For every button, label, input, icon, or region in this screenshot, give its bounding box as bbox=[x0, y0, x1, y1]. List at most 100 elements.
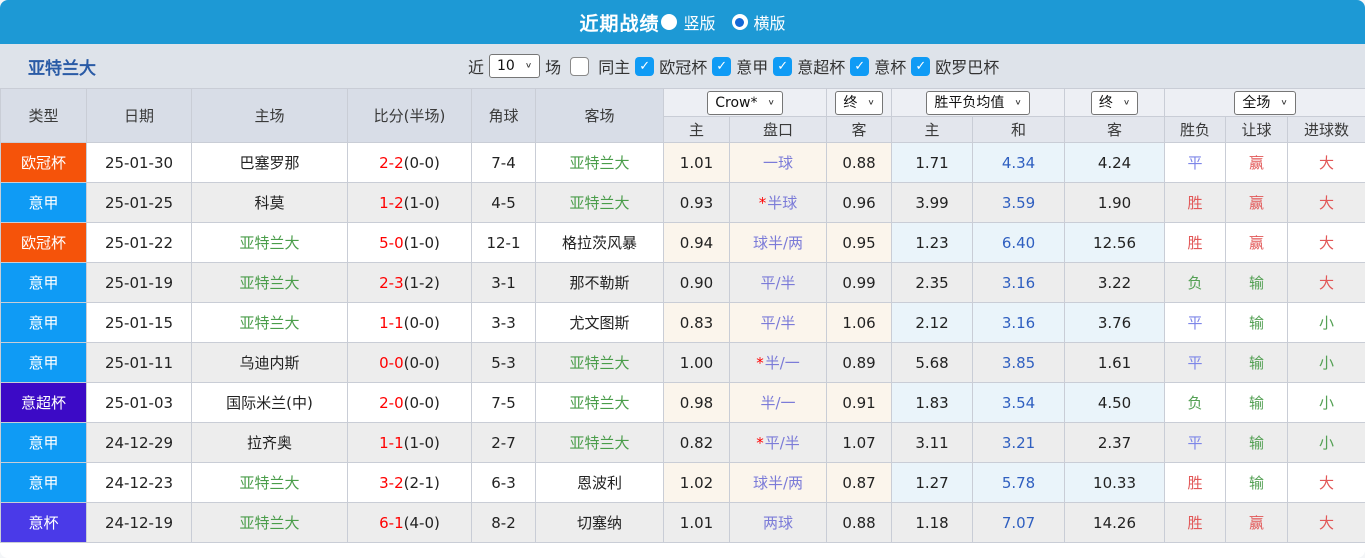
filterbar: 亚特兰大 近 10 ∨ 场 同主 ✓ 欧冠杯 ✓ 意甲 ✓ 意超杯 ✓ 意杯 ✓… bbox=[0, 44, 1365, 88]
competition-checkbox-seriea[interactable]: ✓ bbox=[712, 57, 731, 76]
layout-radio-horizontal[interactable] bbox=[732, 14, 748, 30]
result-wdl: 胜 bbox=[1165, 463, 1226, 503]
corners: 7-4 bbox=[472, 143, 536, 183]
competition-label-coppa: 意杯 bbox=[874, 54, 906, 78]
half-time-score: (1-0) bbox=[404, 234, 440, 252]
recent-count-select[interactable]: 10 ∨ bbox=[489, 54, 540, 78]
result-handicap: 赢 bbox=[1226, 223, 1288, 263]
result-goals: 大 bbox=[1288, 183, 1365, 223]
match-row: 意甲25-01-19亚特兰大2-3(1-2)3-1那不勒斯0.90平/半0.99… bbox=[1, 263, 1365, 303]
avg-odds-select[interactable]: 胜平负均值 ∨ bbox=[926, 91, 1029, 115]
subheader-handicap-result: 让球 bbox=[1226, 117, 1288, 143]
avg-home-odds: 2.35 bbox=[892, 263, 973, 303]
crown-away-odds: 0.96 bbox=[827, 183, 892, 223]
half-time-score: (4-0) bbox=[404, 514, 440, 532]
competition-badge: 意甲 bbox=[1, 263, 87, 303]
result-goals: 大 bbox=[1288, 263, 1365, 303]
chevron-down-icon: ∨ bbox=[1014, 96, 1021, 110]
subheader-crown-away: 客 bbox=[827, 117, 892, 143]
layout-radio-horizontal-label[interactable]: 横版 bbox=[754, 10, 786, 34]
corners: 6-3 bbox=[472, 463, 536, 503]
crown-home-odds: 1.01 bbox=[664, 143, 730, 183]
full-time-score: 0-0 bbox=[379, 354, 404, 372]
page-title: 近期战绩 bbox=[579, 9, 659, 36]
result-wdl: 胜 bbox=[1165, 223, 1226, 263]
match-date: 25-01-30 bbox=[87, 143, 192, 183]
avg-away-odds: 1.90 bbox=[1065, 183, 1165, 223]
competition-checkbox-europa[interactable]: ✓ bbox=[911, 57, 930, 76]
handicap: 球半/两 bbox=[730, 223, 827, 263]
subheader-avg-home: 主 bbox=[892, 117, 973, 143]
crown-home-odds: 0.90 bbox=[664, 263, 730, 303]
competition-checkbox-supercoppa[interactable]: ✓ bbox=[773, 57, 792, 76]
col-header-away: 客场 bbox=[536, 89, 664, 143]
half-time-score: (1-0) bbox=[404, 434, 440, 452]
half-time-score: (0-0) bbox=[404, 394, 440, 412]
competition-badge: 意甲 bbox=[1, 463, 87, 503]
avg-home-odds: 3.99 bbox=[892, 183, 973, 223]
crown-home-odds: 1.01 bbox=[664, 503, 730, 543]
competition-badge: 意甲 bbox=[1, 183, 87, 223]
result-goals: 小 bbox=[1288, 303, 1365, 343]
filters: 近 10 ∨ 场 同主 ✓ 欧冠杯 ✓ 意甲 ✓ 意超杯 ✓ 意杯 ✓ 欧罗巴杯 bbox=[468, 44, 999, 88]
avg-draw-odds: 3.54 bbox=[973, 383, 1065, 423]
col-header-corners: 角球 bbox=[472, 89, 536, 143]
away-team: 恩波利 bbox=[536, 463, 664, 503]
result-goals: 大 bbox=[1288, 223, 1365, 263]
handicap: 球半/两 bbox=[730, 463, 827, 503]
match-date: 24-12-19 bbox=[87, 503, 192, 543]
same-home-checkbox[interactable] bbox=[570, 57, 589, 76]
result-handicap: 输 bbox=[1226, 423, 1288, 463]
handicap: 平/半 bbox=[730, 303, 827, 343]
odds-time-select-2[interactable]: 终 ∨ bbox=[1091, 91, 1138, 115]
half-time-score: (1-0) bbox=[404, 194, 440, 212]
odds-time-select-1[interactable]: 终 ∨ bbox=[835, 91, 882, 115]
avg-away-odds: 3.76 bbox=[1065, 303, 1165, 343]
odds-source-value: Crow* bbox=[715, 94, 757, 112]
corners: 3-1 bbox=[472, 263, 536, 303]
match-row: 欧冠杯25-01-30巴塞罗那2-2(0-0)7-4亚特兰大1.01一球0.88… bbox=[1, 143, 1365, 183]
subheader-goals: 进球数 bbox=[1288, 117, 1365, 143]
half-time-score: (0-0) bbox=[404, 154, 440, 172]
competition-checkbox-coppa[interactable]: ✓ bbox=[850, 57, 869, 76]
layout-radio-vertical-label[interactable]: 竖版 bbox=[683, 10, 715, 34]
result-handicap: 输 bbox=[1226, 463, 1288, 503]
away-team: 亚特兰大 bbox=[536, 383, 664, 423]
match-date: 25-01-25 bbox=[87, 183, 192, 223]
crown-home-odds: 0.94 bbox=[664, 223, 730, 263]
handicap: 一球 bbox=[730, 143, 827, 183]
result-goals: 小 bbox=[1288, 343, 1365, 383]
competition-badge: 意杯 bbox=[1, 503, 87, 543]
match-row: 意甲25-01-25科莫1-2(1-0)4-5亚特兰大0.93*半球0.963.… bbox=[1, 183, 1365, 223]
layout-radio-vertical[interactable] bbox=[661, 14, 677, 30]
avg-draw-odds: 6.40 bbox=[973, 223, 1065, 263]
match-row: 意甲25-01-15亚特兰大1-1(0-0)3-3尤文图斯0.83平/半1.06… bbox=[1, 303, 1365, 343]
home-team: 亚特兰大 bbox=[192, 263, 348, 303]
handicap: *半/一 bbox=[730, 343, 827, 383]
team-name: 亚特兰大 bbox=[28, 54, 96, 79]
scope-select[interactable]: 全场 ∨ bbox=[1234, 91, 1295, 115]
score-cell: 2-2(0-0) bbox=[348, 143, 472, 183]
competition-checkbox-ucl[interactable]: ✓ bbox=[635, 57, 654, 76]
match-row: 意超杯25-01-03国际米兰(中)2-0(0-0)7-5亚特兰大0.98半/一… bbox=[1, 383, 1365, 423]
crown-away-odds: 1.07 bbox=[827, 423, 892, 463]
full-time-score: 5-0 bbox=[379, 234, 404, 252]
scope-value: 全场 bbox=[1242, 94, 1270, 112]
full-time-score: 1-2 bbox=[379, 194, 404, 212]
away-team: 格拉茨风暴 bbox=[536, 223, 664, 263]
avg-draw-odds: 3.16 bbox=[973, 303, 1065, 343]
handicap: *平/半 bbox=[730, 423, 827, 463]
result-wdl: 胜 bbox=[1165, 183, 1226, 223]
match-row: 欧冠杯25-01-22亚特兰大5-0(1-0)12-1格拉茨风暴0.94球半/两… bbox=[1, 223, 1365, 263]
odds-source-select[interactable]: Crow* ∨ bbox=[707, 91, 783, 115]
competition-badge: 意超杯 bbox=[1, 383, 87, 423]
half-time-score: (0-0) bbox=[404, 354, 440, 372]
avg-home-odds: 1.23 bbox=[892, 223, 973, 263]
same-home-label: 同主 bbox=[598, 54, 630, 78]
result-wdl: 负 bbox=[1165, 383, 1226, 423]
odds-time-header-1: 终 ∨ bbox=[827, 89, 892, 117]
col-header-home: 主场 bbox=[192, 89, 348, 143]
competition-label-europa: 欧罗巴杯 bbox=[935, 54, 999, 78]
recent-count-value: 10 bbox=[497, 57, 515, 75]
avg-home-odds: 2.12 bbox=[892, 303, 973, 343]
